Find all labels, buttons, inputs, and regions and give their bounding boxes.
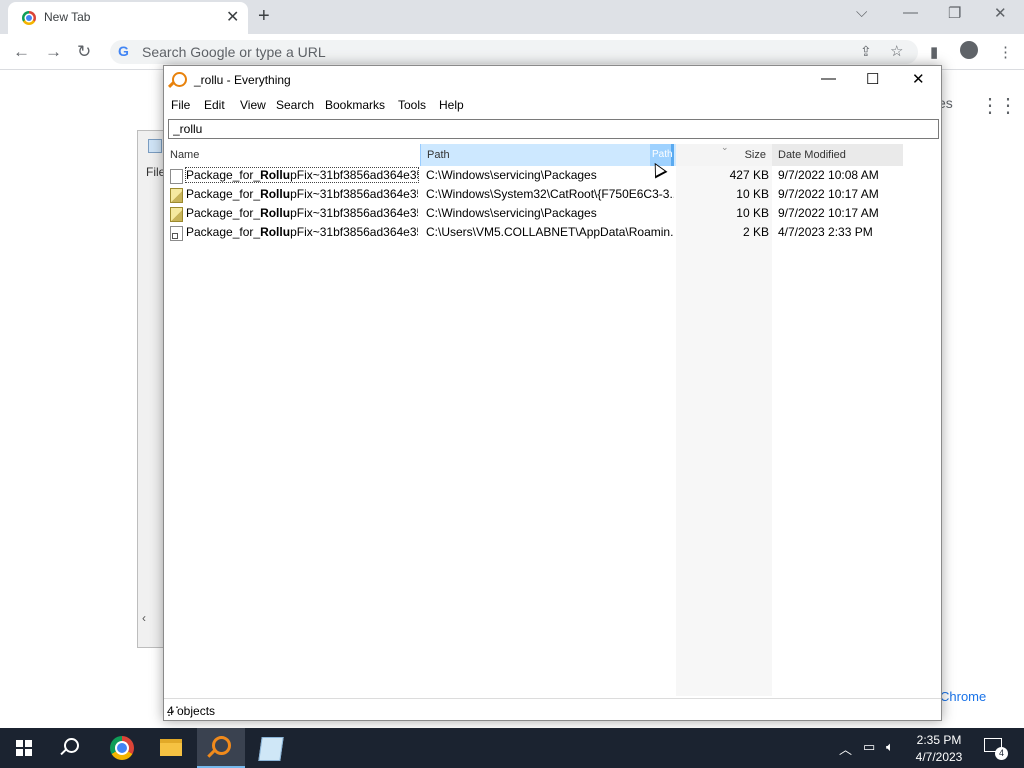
result-row[interactable]: Package_for_RollupFix~31bf3856ad364e35..… <box>164 166 941 185</box>
volume-icon[interactable]: 🔈︎ <box>886 739 894 755</box>
file-icon <box>170 169 183 184</box>
taskbar-everything[interactable] <box>197 728 245 768</box>
minimize-icon[interactable]: — <box>821 70 836 87</box>
window-title: _rollu - Everything <box>194 73 291 87</box>
result-date: 9/7/2022 10:17 AM <box>778 206 879 220</box>
column-header-date-modified[interactable]: Date Modified <box>772 144 903 166</box>
chrome-icon <box>110 736 134 760</box>
tab-new-tab[interactable]: New Tab ✕ <box>8 2 248 34</box>
back-icon[interactable]: ← <box>13 42 30 62</box>
minimize-icon[interactable]: — <box>903 4 918 21</box>
clock-time[interactable]: 2:35 PM <box>914 733 964 747</box>
shortcut-file-icon <box>170 226 183 241</box>
result-name: Package_for_RollupFix~31bf3856ad364e35..… <box>186 225 418 239</box>
google-apps-icon[interactable]: ⋮⋮⋮ <box>980 93 1024 118</box>
result-date: 4/7/2023 2:33 PM <box>778 225 873 239</box>
search-input[interactable] <box>173 121 923 137</box>
everything-window: _rollu - Everything — ☐ ✕ File Edit View… <box>163 65 942 721</box>
network-icon[interactable]: ▭ <box>863 739 875 755</box>
tab-close-icon[interactable]: ✕ <box>226 7 239 27</box>
result-size: 10 KB <box>736 187 769 201</box>
close-icon[interactable]: ✕ <box>912 70 925 88</box>
size-column-band <box>676 166 772 696</box>
column-header-name[interactable]: Name <box>164 144 420 166</box>
result-name: Package_for_RollupFix~31bf3856ad364e35..… <box>186 206 418 220</box>
taskbar-chrome[interactable] <box>98 728 146 768</box>
close-window-icon[interactable]: ✕ <box>994 4 1007 22</box>
taskbar-file-explorer[interactable] <box>147 728 195 768</box>
result-name: Package_for_RollupFix~31bf3856ad364e35..… <box>186 187 418 201</box>
customize-chrome-link[interactable]: Chrome <box>940 689 986 704</box>
result-row[interactable]: Package_for_RollupFix~31bf3856ad364e35..… <box>164 204 941 223</box>
result-name: Package_for_RollupFix~31bf3856ad364e35..… <box>185 167 419 183</box>
search-icon <box>64 738 79 753</box>
side-panel-icon[interactable]: ▮ <box>930 43 938 61</box>
result-path: C:\Windows\servicing\Packages <box>426 206 597 220</box>
chrome-menu-icon[interactable]: ⋮ <box>998 43 1013 61</box>
reload-icon[interactable]: ↻ <box>77 42 91 62</box>
taskbar-notepad[interactable] <box>246 728 294 768</box>
profile-avatar-icon[interactable] <box>960 41 978 59</box>
omnibox[interactable]: G Search Google or type a URL ⇪ ☆ <box>110 40 918 64</box>
notepad-icon <box>148 139 162 153</box>
result-row[interactable]: Package_for_RollupFix~31bf3856ad364e35..… <box>164 223 941 242</box>
everything-icon <box>212 736 231 755</box>
folder-icon <box>160 739 182 756</box>
forward-icon[interactable]: → <box>45 42 62 62</box>
result-row[interactable]: Package_for_RollupFix~31bf3856ad364e35..… <box>164 185 941 204</box>
menu-file[interactable]: File <box>171 98 190 112</box>
scroll-left-icon[interactable]: ‹ <box>142 611 146 625</box>
bookmark-star-icon[interactable]: ☆ <box>890 42 903 60</box>
google-icon: G <box>118 43 129 59</box>
result-path: C:\Windows\System32\CatRoot\{F750E6C3-3.… <box>426 187 674 201</box>
result-path: C:\Windows\servicing\Packages <box>426 168 597 182</box>
column-header: Name Path Path Size ⌄ Date Modified <box>164 142 941 166</box>
menu-bar: File Edit View Search Bookmarks Tools He… <box>164 94 941 116</box>
clock-date[interactable]: 4/7/2023 <box>912 750 966 764</box>
menu-help[interactable]: Help <box>439 98 464 112</box>
everything-icon <box>172 72 187 87</box>
restore-icon[interactable]: ❐ <box>948 4 961 22</box>
catalog-file-icon <box>170 188 183 203</box>
title-bar[interactable]: _rollu - Everything — ☐ ✕ <box>164 66 941 94</box>
chrome-tab-strip: New Tab ✕ + ⌵ — ❐ ✕ <box>0 0 1024 34</box>
result-size: 427 KB <box>729 168 769 182</box>
start-button[interactable] <box>0 728 48 768</box>
menu-bookmarks[interactable]: Bookmarks <box>325 98 385 112</box>
result-path: C:\Users\VM5.COLLABNET\AppData\Roamin... <box>426 225 674 239</box>
tab-search-icon[interactable]: ⌵ <box>856 4 867 21</box>
notification-count-badge: 4 <box>995 747 1008 760</box>
notepad-icon <box>258 737 284 761</box>
result-size: 2 KB <box>742 225 769 239</box>
column-header-path[interactable]: Path <box>420 144 676 166</box>
resize-grip-icon[interactable]: ⋰ <box>167 704 939 718</box>
menu-view[interactable]: View <box>240 98 266 112</box>
share-icon[interactable]: ⇪ <box>860 43 872 60</box>
search-box[interactable] <box>168 119 939 139</box>
sort-chevron-icon: ⌄ <box>721 142 729 152</box>
tab-title: New Tab <box>44 10 91 24</box>
show-hidden-icons-icon[interactable]: ︿ <box>839 739 852 758</box>
chrome-icon <box>22 11 36 25</box>
result-date: 9/7/2022 10:08 AM <box>778 168 879 182</box>
catalog-file-icon <box>170 207 183 222</box>
maximize-icon[interactable]: ☐ <box>866 70 879 88</box>
result-date: 9/7/2022 10:17 AM <box>778 187 879 201</box>
menu-edit[interactable]: Edit <box>204 98 225 112</box>
taskbar: ︿ ▭ 🔈︎ <box>0 728 1024 768</box>
new-tab-button[interactable]: + <box>258 5 270 28</box>
menu-tools[interactable]: Tools <box>398 98 426 112</box>
omnibox-placeholder: Search Google or type a URL <box>142 44 326 60</box>
menu-search[interactable]: Search <box>276 98 314 112</box>
status-bar: 4 objects ⋰ <box>164 698 941 720</box>
taskbar-search-button[interactable] <box>48 728 96 768</box>
result-size: 10 KB <box>736 206 769 220</box>
windows-icon <box>16 740 32 756</box>
